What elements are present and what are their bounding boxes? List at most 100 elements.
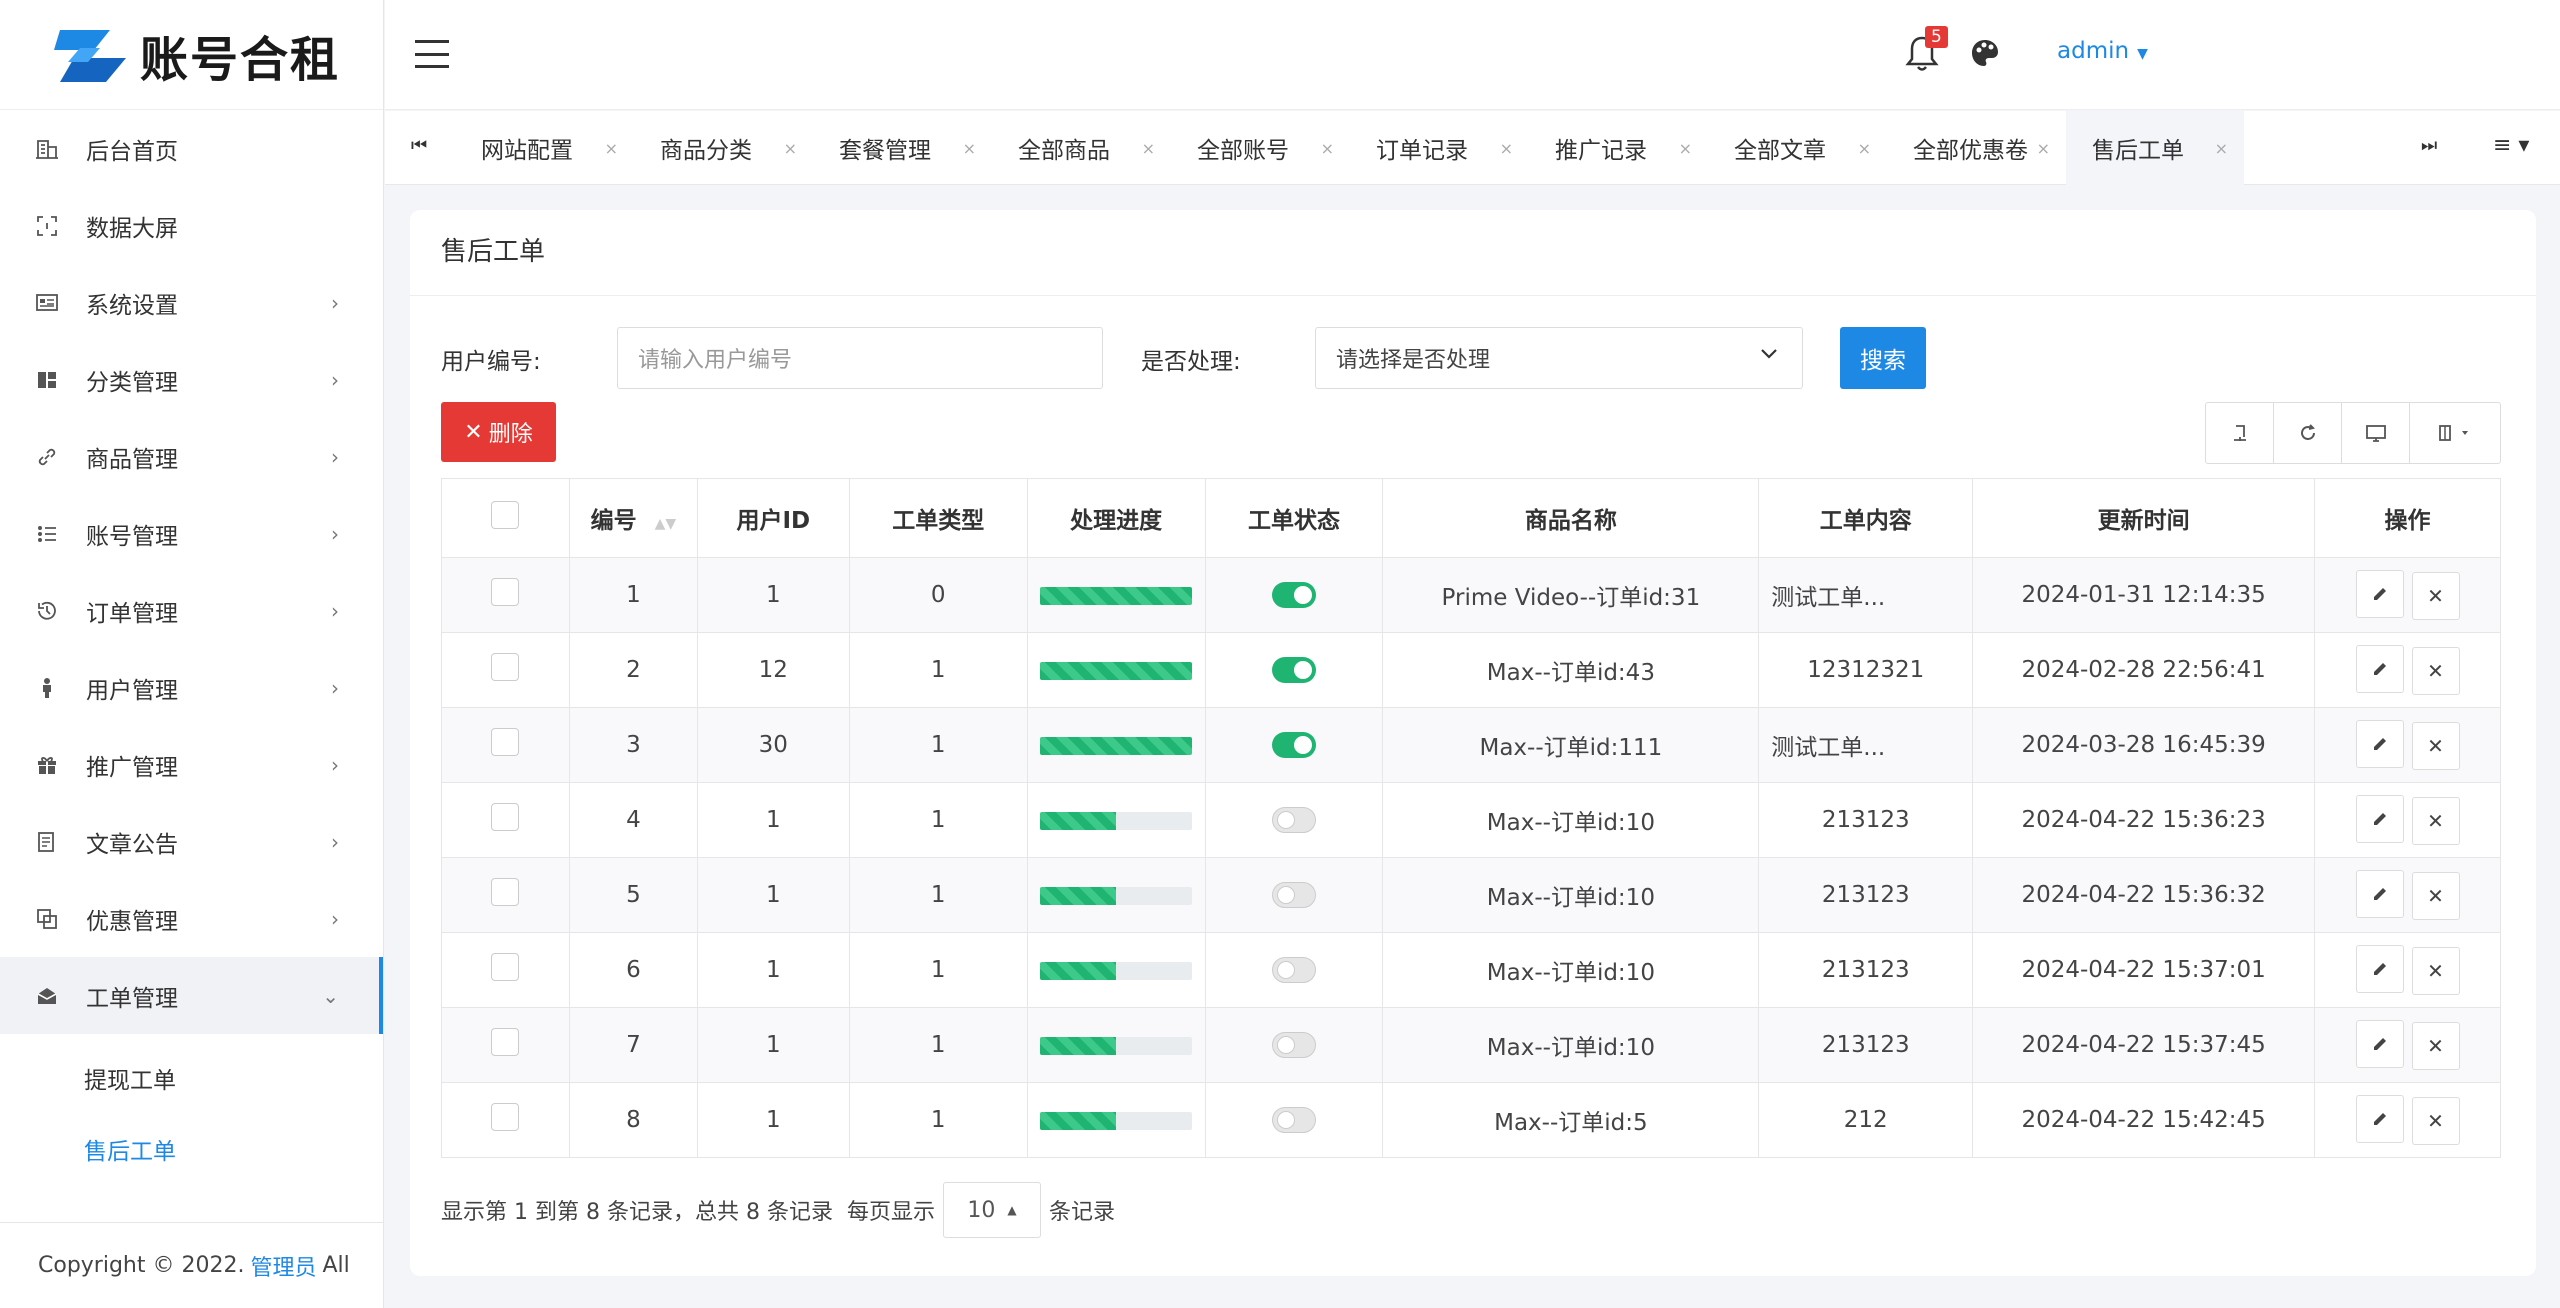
- refresh-icon[interactable]: [2274, 403, 2342, 463]
- delete-button[interactable]: ✕ 删除: [441, 402, 556, 462]
- sidebar-item-4[interactable]: 商品管理 ›: [0, 418, 383, 495]
- gift-icon: [34, 752, 60, 778]
- tab-label: 售后工单: [2092, 138, 2184, 164]
- row-checkbox[interactable]: [491, 728, 520, 756]
- status-toggle[interactable]: [1272, 807, 1317, 834]
- brand-logo[interactable]: 账号合租: [0, 0, 383, 110]
- sidebar-item-2[interactable]: 系统设置 ›: [0, 264, 383, 341]
- sidebar-item-1[interactable]: 数据大屏: [0, 187, 383, 264]
- status-toggle[interactable]: [1272, 732, 1317, 759]
- tab-8[interactable]: 全部优惠卷 ×: [1887, 111, 2066, 185]
- table-row[interactable]: 4 1 1 Max--订单id:10 213123 2024-04-22 15:36:23…: [441, 782, 2501, 858]
- tab-close-icon[interactable]: ×: [1679, 139, 1692, 158]
- tab-close-icon[interactable]: ×: [1142, 139, 1155, 158]
- tab-close-icon[interactable]: ×: [605, 139, 618, 158]
- status-toggle[interactable]: [1272, 957, 1317, 984]
- sidebar-subitem-0[interactable]: 提现工单: [0, 1042, 383, 1113]
- tab-2[interactable]: 套餐管理 ×: [813, 111, 992, 185]
- status-toggle[interactable]: [1272, 1107, 1317, 1134]
- tab-close-icon[interactable]: ×: [1858, 139, 1871, 158]
- row-checkbox[interactable]: [491, 1028, 520, 1056]
- status-toggle[interactable]: [1272, 582, 1317, 609]
- menu-toggle-icon[interactable]: [415, 40, 449, 68]
- tabs-first-icon[interactable]: ⏮: [411, 135, 427, 156]
- search-toggle-icon[interactable]: [2206, 403, 2274, 463]
- tab-1[interactable]: 商品分类 ×: [634, 111, 813, 185]
- row-checkbox[interactable]: [491, 653, 520, 681]
- status-toggle[interactable]: [1272, 1032, 1317, 1059]
- tab-close-icon[interactable]: ×: [1500, 139, 1513, 158]
- tabs-last-icon[interactable]: ⏭: [2421, 135, 2437, 156]
- cell-type: 1: [848, 1082, 1028, 1158]
- delete-row-icon[interactable]: ✕: [2411, 572, 2460, 620]
- cell-type: 1: [848, 857, 1028, 933]
- tab-5[interactable]: 订单记录 ×: [1350, 111, 1529, 185]
- tab-0[interactable]: 网站配置 ×: [455, 111, 634, 185]
- table-row[interactable]: 1 1 0 Prime Video--订单id:31 测试工单... 2024-01-31…: [441, 557, 2501, 633]
- tab-close-icon[interactable]: ×: [2037, 139, 2050, 158]
- sidebar-item-5[interactable]: 账号管理 ›: [0, 495, 383, 572]
- tab-3[interactable]: 全部商品 ×: [992, 111, 1171, 185]
- handled-select[interactable]: 请选择是否处理: [1315, 327, 1803, 389]
- tab-close-icon[interactable]: ×: [1321, 139, 1334, 158]
- tab-close-icon[interactable]: ×: [2215, 139, 2228, 158]
- delete-row-icon[interactable]: ✕: [2411, 1022, 2460, 1070]
- edit-icon[interactable]: [2355, 570, 2404, 618]
- edit-icon[interactable]: [2355, 645, 2404, 693]
- table-row[interactable]: 2 12 1 Max--订单id:43 12312321 2024-02-28 22:56…: [441, 632, 2501, 708]
- edit-icon[interactable]: [2355, 795, 2404, 843]
- select-all-checkbox[interactable]: [491, 501, 520, 529]
- sidebar-item-8[interactable]: 推广管理 ›: [0, 726, 383, 803]
- cell-actions: ✕: [2314, 1082, 2501, 1158]
- table-row[interactable]: 3 30 1 Max--订单id:111 测试工单... 2024-03-28 16:45…: [441, 707, 2501, 783]
- row-checkbox[interactable]: [491, 803, 520, 831]
- sidebar-subitem-1[interactable]: 售后工单: [0, 1113, 383, 1184]
- edit-icon[interactable]: [2355, 870, 2404, 918]
- tab-7[interactable]: 全部文章 ×: [1708, 111, 1887, 185]
- tab-9[interactable]: 售后工单 ×: [2066, 111, 2244, 185]
- cell-updated: 2024-01-31 12:14:35: [1972, 557, 2316, 633]
- status-toggle[interactable]: [1272, 657, 1317, 684]
- delete-row-icon[interactable]: ✕: [2411, 872, 2460, 920]
- sidebar-item-6[interactable]: 订单管理 ›: [0, 572, 383, 649]
- sidebar-item-3[interactable]: 分类管理 ›: [0, 341, 383, 418]
- row-checkbox[interactable]: [491, 953, 520, 981]
- table-row[interactable]: 6 1 1 Max--订单id:10 213123 2024-04-22 15:37:01…: [441, 932, 2501, 1008]
- delete-row-icon[interactable]: ✕: [2411, 797, 2460, 845]
- edit-icon[interactable]: [2355, 1095, 2404, 1143]
- header-id[interactable]: 编号 ▲▼: [568, 478, 698, 558]
- tab-6[interactable]: 推广记录 ×: [1529, 111, 1708, 185]
- user-menu[interactable]: admin ▼: [2057, 38, 2148, 64]
- tab-4[interactable]: 全部账号 ×: [1171, 111, 1350, 185]
- page-size-select[interactable]: 10 ▲: [942, 1182, 1041, 1238]
- table-row[interactable]: 8 1 1 Max--订单id:5 212 2024-04-22 15:42:45 ✕: [441, 1082, 2501, 1158]
- sidebar-item-7[interactable]: 用户管理 ›: [0, 649, 383, 726]
- row-checkbox[interactable]: [491, 1103, 520, 1131]
- delete-row-icon[interactable]: ✕: [2411, 647, 2460, 695]
- sidebar-item-9[interactable]: 文章公告 ›: [0, 803, 383, 880]
- palette-icon[interactable]: [1970, 38, 2000, 68]
- delete-row-icon[interactable]: ✕: [2411, 947, 2460, 995]
- fullscreen-icon[interactable]: [2342, 403, 2410, 463]
- edit-icon[interactable]: [2355, 720, 2404, 768]
- row-checkbox[interactable]: [491, 578, 520, 606]
- cell-user-id: 1: [696, 782, 850, 858]
- sidebar-item-11[interactable]: 工单管理 ⌄: [0, 957, 383, 1034]
- columns-icon[interactable]: [2410, 403, 2500, 463]
- delete-row-icon[interactable]: ✕: [2411, 722, 2460, 770]
- edit-icon[interactable]: [2355, 1020, 2404, 1068]
- delete-row-icon[interactable]: ✕: [2411, 1097, 2460, 1145]
- tabs-menu-icon[interactable]: ≡ ▾: [2493, 133, 2529, 158]
- status-toggle[interactable]: [1272, 882, 1317, 909]
- tab-close-icon[interactable]: ×: [963, 139, 976, 158]
- sidebar-item-0[interactable]: 后台首页: [0, 110, 383, 187]
- edit-icon[interactable]: [2355, 945, 2404, 993]
- user-id-input[interactable]: 请输入用户编号: [617, 327, 1103, 389]
- copyright-link[interactable]: 管理员: [250, 1250, 316, 1282]
- sidebar-item-10[interactable]: 优惠管理 ›: [0, 880, 383, 957]
- search-button[interactable]: 搜索: [1840, 327, 1926, 389]
- row-checkbox[interactable]: [491, 878, 520, 906]
- tab-close-icon[interactable]: ×: [784, 139, 797, 158]
- table-row[interactable]: 5 1 1 Max--订单id:10 213123 2024-04-22 15:36:32…: [441, 857, 2501, 933]
- table-row[interactable]: 7 1 1 Max--订单id:10 213123 2024-04-22 15:37:45…: [441, 1007, 2501, 1083]
